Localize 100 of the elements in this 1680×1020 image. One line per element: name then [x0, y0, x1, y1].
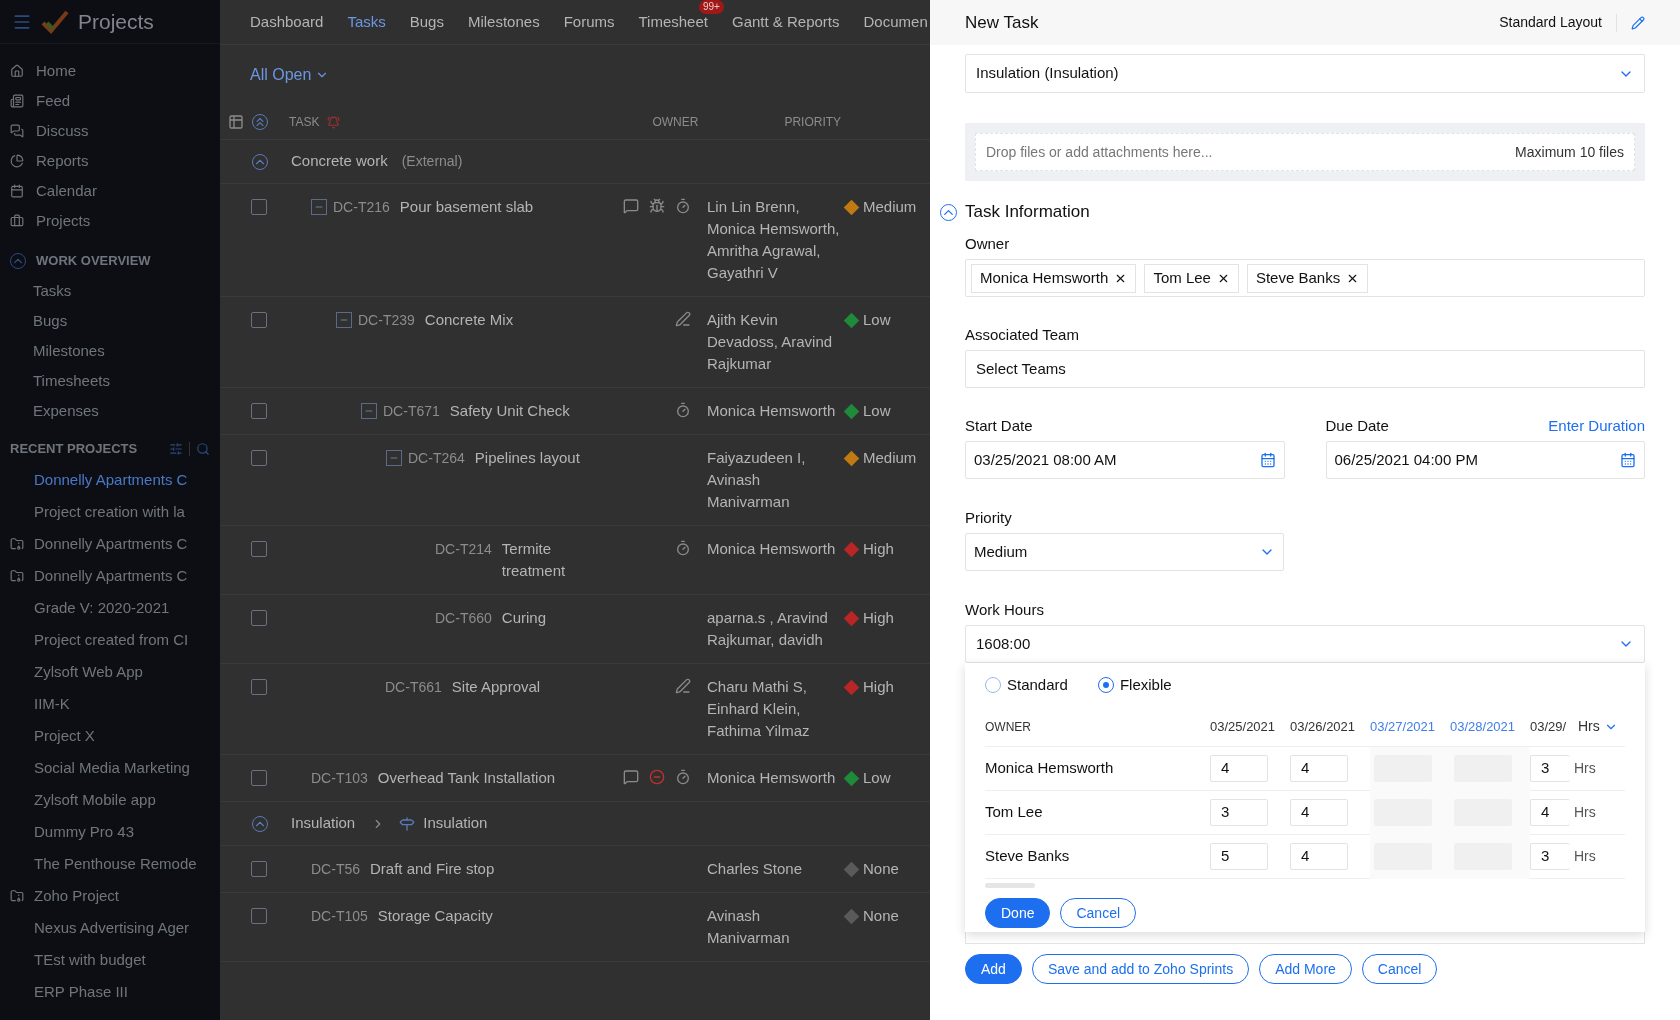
date-field[interactable]: 03/25/2021 08:00 AM: [965, 441, 1285, 479]
hours-input[interactable]: 3: [1530, 843, 1570, 870]
nav-item[interactable]: Tasks: [0, 276, 220, 306]
row-checkbox[interactable]: [251, 403, 267, 419]
priority-dropdown[interactable]: Medium: [965, 533, 1284, 571]
row-checkbox[interactable]: [251, 450, 267, 466]
nav-item[interactable]: Expenses: [0, 396, 220, 426]
task-title[interactable]: Overhead Tank Installation: [377, 767, 556, 789]
nav-tab[interactable]: Tasks: [347, 10, 386, 34]
nav-item[interactable]: Home: [0, 56, 220, 86]
project-item[interactable]: Project X: [0, 720, 220, 752]
nav-tab[interactable]: Dashboard: [250, 10, 324, 34]
date-field[interactable]: 06/25/2021 04:00 PM: [1325, 441, 1645, 479]
action-button[interactable]: Cancel: [1361, 954, 1438, 984]
collapse-toggle[interactable]: [311, 199, 327, 215]
duration-link[interactable]: Enter Duration: [1548, 417, 1645, 441]
hours-input[interactable]: 5: [1210, 843, 1268, 870]
project-item[interactable]: TEst with budget: [0, 944, 220, 976]
row-checkbox[interactable]: [251, 861, 267, 877]
nav-item[interactable]: Reports: [0, 146, 220, 176]
hours-input[interactable]: 4: [1530, 799, 1570, 826]
work-hours-dropdown[interactable]: 1608:00: [965, 625, 1645, 663]
project-item[interactable]: Zylsoft Web App: [0, 656, 220, 688]
edit-icon[interactable]: [1631, 15, 1645, 30]
project-item[interactable]: Nexus Advertising Ager: [0, 912, 220, 944]
project-item[interactable]: Grade V: 2020-2021: [0, 592, 220, 624]
task-title[interactable]: Concrete Mix: [424, 309, 514, 331]
row-checkbox[interactable]: [251, 199, 267, 215]
project-item[interactable]: The Penthouse Remode: [0, 848, 220, 880]
hours-input[interactable]: 4: [1210, 755, 1268, 782]
nav-item[interactable]: Calendar: [0, 176, 220, 206]
task-title[interactable]: Safety Unit Check: [449, 400, 570, 422]
task-title[interactable]: Storage Capacity: [377, 905, 493, 927]
nav-tab[interactable]: Documen: [863, 10, 928, 34]
filter-icon[interactable]: [169, 442, 183, 456]
timer-icon[interactable]: [675, 198, 691, 214]
project-item[interactable]: Project created from CI: [0, 624, 220, 656]
project-item[interactable]: Donnelly Apartments C: [0, 528, 220, 560]
task-title[interactable]: Site Approval: [451, 676, 541, 698]
calendar-icon[interactable]: [1259, 452, 1276, 468]
task-title[interactable]: Pipelines layout: [474, 447, 580, 469]
nav-tab[interactable]: Milestones: [467, 10, 540, 34]
nav-item[interactable]: Discuss: [0, 116, 220, 146]
blocked-icon[interactable]: [649, 769, 665, 785]
project-item[interactable]: Donnelly Apartments C: [0, 464, 220, 496]
attachment-dropzone[interactable]: Drop files or add attachments here... Maximum 10 files: [975, 133, 1635, 171]
nav-tab[interactable]: Bugs: [409, 10, 444, 34]
task-title[interactable]: Curing: [501, 607, 546, 629]
hours-input[interactable]: 3: [1210, 799, 1268, 826]
project-item[interactable]: Zylsoft Mobile app: [0, 784, 220, 816]
project-item[interactable]: Zoho Project: [0, 880, 220, 912]
action-button[interactable]: Save and add to Zoho Sprints: [1031, 954, 1250, 984]
collapse-toggle[interactable]: [361, 403, 377, 419]
comment-icon[interactable]: [623, 198, 639, 214]
view-dropdown[interactable]: All Open: [250, 63, 330, 87]
team-dropdown[interactable]: Select Teams: [965, 350, 1645, 388]
collapse-toggle[interactable]: [336, 312, 352, 328]
nav-tab[interactable]: Gantt & Reports: [731, 10, 840, 34]
calendar-icon[interactable]: [1620, 452, 1636, 468]
layout-selector[interactable]: Standard Layout: [1499, 12, 1602, 33]
action-button[interactable]: Add: [965, 954, 1022, 984]
timer-icon[interactable]: [675, 540, 691, 556]
action-button[interactable]: Cancel: [1060, 898, 1137, 928]
nav-item[interactable]: Projects: [0, 206, 220, 236]
hours-input[interactable]: 4: [1290, 843, 1348, 870]
bug-icon[interactable]: [649, 198, 665, 214]
row-checkbox[interactable]: [251, 312, 267, 328]
search-icon[interactable]: [196, 442, 210, 456]
task-title[interactable]: Draft and Fire stop: [370, 858, 495, 880]
row-checkbox[interactable]: [251, 610, 267, 626]
task-list-dropdown[interactable]: Insulation (Insulation): [965, 54, 1645, 93]
row-checkbox[interactable]: [251, 770, 267, 786]
task-title[interactable]: Termite treatment: [501, 538, 601, 582]
project-item[interactable]: Social Media Marketing: [0, 752, 220, 784]
nav-tab[interactable]: Forums: [563, 10, 615, 34]
project-item[interactable]: IIM-K: [0, 688, 220, 720]
unit-dropdown[interactable]: Hrs: [1578, 716, 1618, 737]
row-checkbox[interactable]: [251, 679, 267, 695]
project-item[interactable]: ERP Phase III: [0, 976, 220, 1008]
hours-input[interactable]: 3: [1530, 755, 1570, 782]
hours-input[interactable]: 4: [1290, 799, 1348, 826]
pen-icon[interactable]: [675, 678, 691, 694]
project-item[interactable]: Donnelly Apartments C: [0, 560, 220, 592]
row-checkbox[interactable]: [251, 541, 267, 557]
comment-icon[interactable]: [623, 769, 639, 785]
row-checkbox[interactable]: [251, 908, 267, 924]
project-item[interactable]: Dummy Pro 43: [0, 816, 220, 848]
alarm-icon[interactable]: [327, 115, 341, 129]
owner-field[interactable]: Monica Hemsworth Tom Lee Steve Banks: [965, 259, 1645, 297]
nav-item[interactable]: Bugs: [0, 306, 220, 336]
nav-item[interactable]: Milestones: [0, 336, 220, 366]
collapse-toggle[interactable]: [386, 450, 402, 466]
project-item[interactable]: Project creation with la: [0, 496, 220, 528]
timer-icon[interactable]: [675, 402, 691, 418]
action-button[interactable]: Done: [985, 898, 1051, 928]
task-title[interactable]: Pour basement slab: [399, 196, 534, 218]
timer-icon[interactable]: [675, 769, 691, 785]
action-button[interactable]: Add More: [1259, 954, 1352, 984]
nav-item[interactable]: Timesheets: [0, 366, 220, 396]
nav-item[interactable]: Feed: [0, 86, 220, 116]
